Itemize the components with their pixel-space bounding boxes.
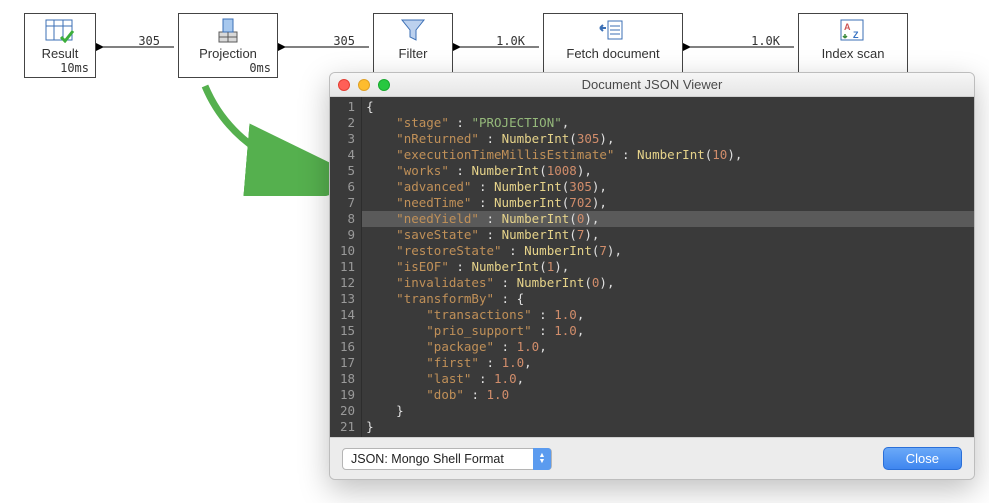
dialog-titlebar[interactable]: Document JSON Viewer bbox=[330, 73, 974, 97]
code-line[interactable]: "works" : NumberInt(1008), bbox=[362, 163, 974, 179]
chevron-updown-icon: ▲▼ bbox=[533, 448, 551, 470]
json-viewer-dialog: Document JSON Viewer 1234567891011121314… bbox=[329, 72, 975, 480]
line-number-gutter: 123456789101112131415161718192021 bbox=[330, 97, 362, 437]
code-lines[interactable]: { "stage" : "PROJECTION", "nReturned" : … bbox=[362, 97, 974, 437]
stage-fetch[interactable]: Fetch document . bbox=[543, 13, 683, 78]
code-line[interactable]: "advanced" : NumberInt(305), bbox=[362, 179, 974, 195]
stage-timing: 0ms bbox=[249, 61, 271, 75]
result-icon bbox=[45, 18, 75, 44]
code-line[interactable]: } bbox=[362, 419, 974, 435]
stage-index-scan[interactable]: AZ Index scan . bbox=[798, 13, 908, 78]
code-line[interactable]: "needYield" : NumberInt(0), bbox=[362, 211, 974, 227]
connector: 305 bbox=[96, 34, 178, 58]
code-line[interactable]: "isEOF" : NumberInt(1), bbox=[362, 259, 974, 275]
stage-filter[interactable]: Filter . bbox=[373, 13, 453, 78]
code-line[interactable]: "executionTimeMillisEstimate" : NumberIn… bbox=[362, 147, 974, 163]
code-line[interactable]: "needTime" : NumberInt(702), bbox=[362, 195, 974, 211]
dialog-footer: JSON: Mongo Shell Format ▲▼ Close bbox=[330, 437, 974, 479]
stage-timing: 10ms bbox=[60, 61, 89, 75]
code-line[interactable]: "nReturned" : NumberInt(305), bbox=[362, 131, 974, 147]
format-select-label: JSON: Mongo Shell Format bbox=[351, 452, 533, 466]
stage-label: Projection bbox=[199, 46, 257, 61]
code-line[interactable]: "transformBy" : { bbox=[362, 291, 974, 307]
index-scan-icon: AZ bbox=[839, 18, 867, 44]
fetch-icon bbox=[596, 18, 630, 44]
stage-label: Result bbox=[42, 46, 79, 61]
code-line[interactable]: "package" : 1.0, bbox=[362, 339, 974, 355]
svg-text:Z: Z bbox=[853, 30, 859, 40]
dialog-title: Document JSON Viewer bbox=[330, 77, 974, 92]
code-line[interactable]: "transactions" : 1.0, bbox=[362, 307, 974, 323]
code-line[interactable]: "first" : 1.0, bbox=[362, 355, 974, 371]
code-line[interactable]: "stage" : "PROJECTION", bbox=[362, 115, 974, 131]
code-line[interactable]: { bbox=[362, 99, 974, 115]
stage-label: Index scan bbox=[822, 46, 885, 61]
stage-projection[interactable]: Projection 0ms bbox=[178, 13, 278, 78]
code-line[interactable]: "invalidates" : NumberInt(0), bbox=[362, 275, 974, 291]
code-line[interactable]: "restoreState" : NumberInt(7), bbox=[362, 243, 974, 259]
connector: 1.0K bbox=[683, 34, 798, 58]
stage-label: Filter bbox=[399, 46, 428, 61]
stage-result[interactable]: Result 10ms bbox=[24, 13, 96, 78]
code-line[interactable]: } bbox=[362, 403, 974, 419]
code-line[interactable]: "saveState" : NumberInt(7), bbox=[362, 227, 974, 243]
code-line[interactable]: "dob" : 1.0 bbox=[362, 387, 974, 403]
svg-text:A: A bbox=[844, 22, 851, 32]
stage-label: Fetch document bbox=[566, 46, 659, 61]
connector: 305 bbox=[278, 34, 373, 58]
format-select[interactable]: JSON: Mongo Shell Format ▲▼ bbox=[342, 448, 552, 470]
code-viewer[interactable]: 123456789101112131415161718192021 { "sta… bbox=[330, 97, 974, 437]
filter-icon bbox=[400, 18, 426, 44]
projection-icon bbox=[213, 18, 243, 44]
close-button[interactable]: Close bbox=[883, 447, 962, 470]
code-line[interactable]: "prio_support" : 1.0, bbox=[362, 323, 974, 339]
connector: 1.0K bbox=[453, 34, 543, 58]
code-line[interactable]: "last" : 1.0, bbox=[362, 371, 974, 387]
